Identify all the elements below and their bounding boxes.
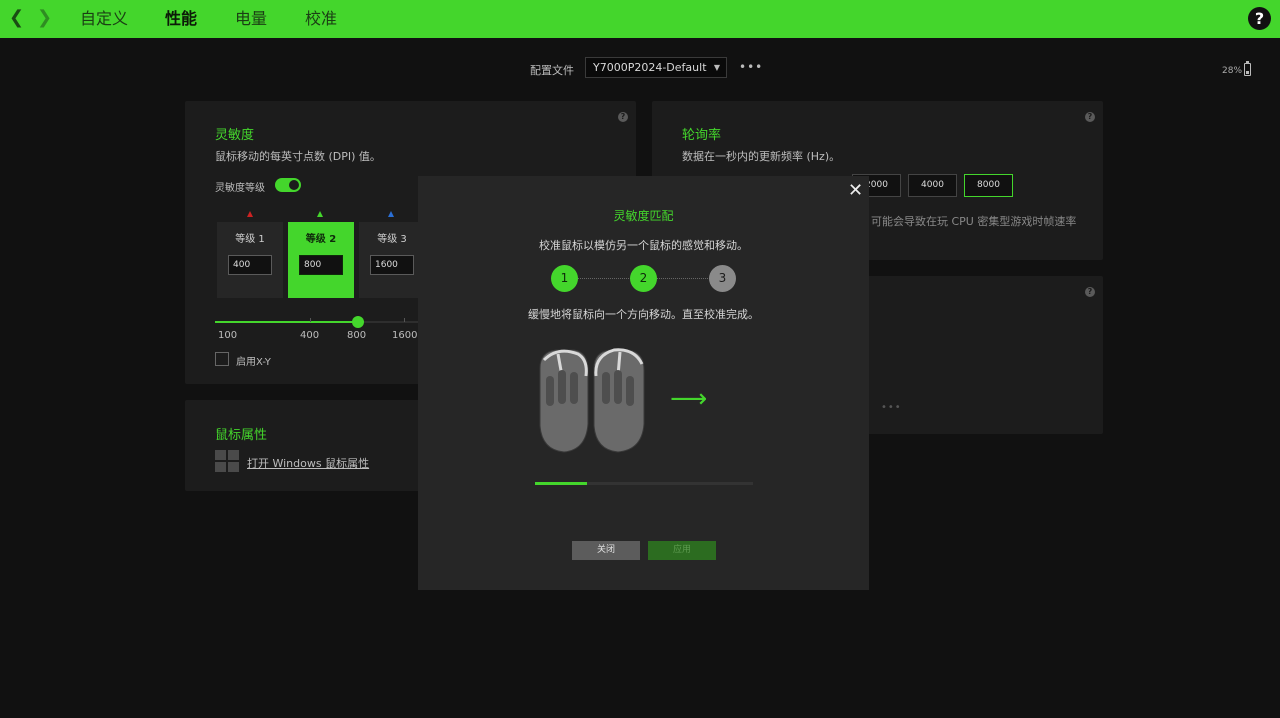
calibration-progress-fill <box>535 482 588 485</box>
stage-dpi-input[interactable]: 800 <box>299 255 343 275</box>
polling-rate-desc: 数据在一秒内的更新频率 (Hz)。 <box>682 150 841 163</box>
tab-power[interactable]: 电量 <box>235 9 267 29</box>
open-windows-mouse-properties-link[interactable]: 打开 Windows 鼠标属性 <box>247 455 369 471</box>
stage-label: 等级 3 <box>377 234 407 245</box>
rate-8000-button[interactable]: 8000 <box>964 174 1013 197</box>
calibration-progress <box>535 482 753 485</box>
dialog-subtitle: 校准鼠标以模仿另一个鼠标的感觉和移动。 <box>539 239 748 252</box>
profile-more-button[interactable]: ••• <box>739 60 763 74</box>
tab-calibration[interactable]: 校准 <box>305 9 337 29</box>
sensitivity-matching-dialog: ✕ 灵敏度匹配 校准鼠标以模仿另一个鼠标的感觉和移动。 1 2 3 缓慢地将鼠标… <box>418 176 869 590</box>
stage-3[interactable]: 等级 3 1600 <box>359 222 425 298</box>
profile-value: Y7000P2024-Default <box>593 61 707 74</box>
hands-on-mice-illustration <box>539 348 645 453</box>
slider-tick <box>310 318 311 322</box>
tick-label: 800 <box>347 330 367 341</box>
sensitivity-title: 灵敏度 <box>215 128 255 143</box>
battery-percent: 28% <box>1222 66 1243 76</box>
dialog-instruction: 缓慢地将鼠标向一个方向移动。直至校准完成。 <box>528 308 759 321</box>
stage-2-marker <box>317 211 323 217</box>
close-button[interactable]: 关闭 <box>572 541 640 560</box>
stage-1[interactable]: 等级 1 400 <box>217 222 283 298</box>
rate-4000-button[interactable]: 4000 <box>908 174 957 197</box>
dpi-slider-fill <box>215 321 358 323</box>
stage-3-marker <box>388 211 394 217</box>
step-connector <box>657 278 710 279</box>
dpi-slider-thumb[interactable] <box>352 316 364 328</box>
tick-label: 1600 <box>392 330 418 341</box>
step-1-indicator: 1 <box>551 265 578 292</box>
tab-customize[interactable]: 自定义 <box>80 9 128 29</box>
stage-dpi-input[interactable]: 400 <box>228 255 272 275</box>
close-icon[interactable]: ✕ <box>848 180 863 201</box>
sensitivity-desc: 鼠标移动的每英寸点数 (DPI) 值。 <box>215 150 381 163</box>
polling-rate-title: 轮询率 <box>682 128 722 143</box>
stage-dpi-input[interactable]: 1600 <box>370 255 414 275</box>
slider-tick <box>404 318 405 322</box>
apply-button[interactable]: 应用 <box>648 541 716 560</box>
tab-performance[interactable]: 性能 <box>165 9 197 29</box>
top-bar: ❮ ❯ 自定义 性能 电量 校准 ? <box>0 0 1280 38</box>
info-icon[interactable]: ? <box>1085 287 1095 297</box>
stages-label: 灵敏度等级 <box>215 183 265 194</box>
enable-xy-checkbox[interactable] <box>215 352 229 366</box>
step-3-indicator: 3 <box>709 265 736 292</box>
stage-label: 等级 2 <box>305 234 337 245</box>
help-icon[interactable]: ? <box>1248 7 1271 30</box>
stage-1-marker <box>247 211 253 217</box>
chevron-left-icon[interactable]: ❮ <box>9 8 24 28</box>
profile-dropdown[interactable]: Y7000P2024-Default ▼ <box>585 57 727 78</box>
caret-down-icon: ▼ <box>713 63 720 72</box>
chevron-right-icon[interactable]: ❯ <box>37 8 52 28</box>
tick-label: 400 <box>300 330 320 341</box>
windows-icon <box>215 450 239 472</box>
polling-rate-note: 可能会导致在玩 CPU 密集型游戏时帧速率 <box>871 215 1077 228</box>
dialog-title: 灵敏度匹配 <box>613 209 674 223</box>
info-icon[interactable]: ? <box>618 112 628 122</box>
battery-icon <box>1244 61 1251 76</box>
tick-label: 100 <box>218 330 238 341</box>
stage-2[interactable]: 等级 2 800 <box>288 222 354 298</box>
card-more-indicator: ••• <box>881 402 902 413</box>
step-2-indicator: 2 <box>630 265 657 292</box>
stages-toggle[interactable] <box>275 178 301 192</box>
enable-xy-label: 启用X-Y <box>236 357 271 368</box>
mouse-properties-title: 鼠标属性 <box>215 428 268 443</box>
dpi-slider[interactable] <box>215 321 420 323</box>
arrow-right-icon: ⟶ <box>670 384 708 414</box>
step-connector <box>578 278 631 279</box>
profile-label: 配置文件 <box>530 64 574 77</box>
stage-label: 等级 1 <box>235 234 265 245</box>
info-icon[interactable]: ? <box>1085 112 1095 122</box>
